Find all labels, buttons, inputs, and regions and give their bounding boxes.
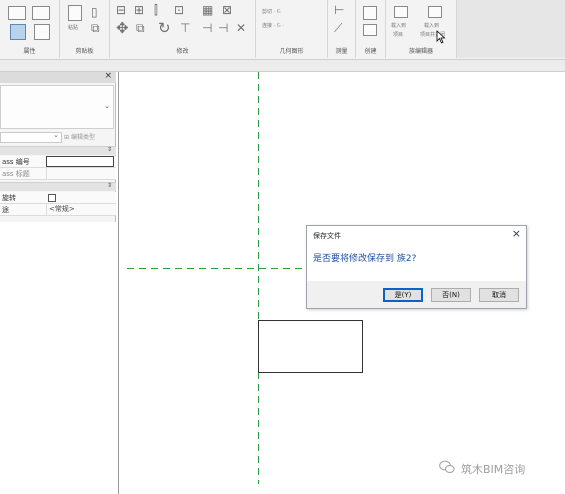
reference-icon[interactable] (363, 24, 377, 36)
property-label: 旋转 (2, 194, 16, 202)
save-file-dialog: 保存文件 × 是否要将修改保存到 族2? 是(Y) 否(N) 取消 (306, 225, 527, 309)
dimension-icon[interactable]: ⟋ (334, 22, 342, 34)
type-properties-icon[interactable] (32, 6, 50, 20)
no-button[interactable]: 否(N) (431, 288, 471, 302)
ribbon-group-label: 修改 (176, 48, 189, 55)
property-value[interactable]: <常规> (46, 204, 114, 215)
create-icon[interactable] (363, 6, 377, 20)
paste-label: 粘贴 (68, 25, 79, 31)
filter-dropdown[interactable]: ⌄ (0, 131, 62, 143)
collapse-icon[interactable]: ⇕ (107, 182, 112, 189)
watermark-text: 筑木BIM咨询 (461, 463, 526, 476)
options-bar (0, 60, 565, 72)
property-row: ass 标题 (0, 168, 116, 180)
ribbon-group-label: 族编辑器 (408, 48, 433, 55)
offset-icon[interactable]: ⊞ (134, 4, 144, 16)
rotate-checkbox[interactable] (48, 194, 56, 202)
edit-type-button[interactable]: ⊞ 编辑类型 (64, 132, 95, 141)
properties-icon[interactable] (8, 6, 26, 20)
load-into-project-icon[interactable] (394, 6, 408, 18)
measure-icon[interactable]: ⊢ (334, 4, 344, 16)
ribbon-group-family-editor: 载入到 项目 载入到 项目并关闭 族编辑器 (386, 0, 457, 58)
property-label: ass 编号 (2, 158, 30, 166)
array-icon[interactable]: ▦ (202, 4, 213, 16)
load-and-close-icon[interactable] (428, 6, 442, 18)
wechat-logo-icon (439, 460, 455, 473)
edit-type-icon: ⊞ (64, 134, 71, 141)
ribbon-group-create: 创建 (356, 0, 386, 58)
type-selector[interactable]: ⌄ (0, 85, 114, 129)
section-header[interactable]: ⇕ (0, 146, 116, 155)
copy-icon[interactable]: ⧉ (91, 22, 100, 34)
property-value-input[interactable] (46, 156, 114, 167)
ribbon: 属性 粘贴 ▯ ⧉ 剪贴板 ⊟ ⊞ ⫿ ⊡ ✥ ⧉ ↻ ⊤ ▦ ⊠ ⊣ ⊣ ✕ … (0, 0, 565, 60)
property-label: 途 (2, 206, 9, 214)
mouse-cursor-icon (436, 30, 446, 44)
dialog-title: 保存文件 (313, 232, 341, 240)
scale-icon[interactable]: ⊠ (222, 4, 232, 16)
ribbon-group-label: 测量 (335, 48, 348, 55)
load-into-project-label-2: 项目 (393, 32, 404, 38)
join-geometry-label[interactable]: 连接 · 𝔾 · (262, 22, 284, 29)
filter-row: ⌄ ⊞ 编辑类型 (0, 131, 116, 144)
collapse-icon[interactable]: ⇕ (107, 146, 112, 153)
trim-icon[interactable]: ⊤ (180, 22, 190, 34)
property-row: 旋转 (0, 192, 116, 204)
move-icon[interactable]: ✥ (116, 21, 129, 36)
load-into-project-label: 载入到 (391, 23, 407, 29)
align-icon[interactable]: ⊟ (116, 4, 126, 16)
cut-geometry-label[interactable]: 剪切 · 𝔾 (262, 8, 281, 15)
cut-icon[interactable]: ▯ (91, 6, 98, 18)
paste-icon[interactable] (68, 5, 82, 21)
yes-button[interactable]: 是(Y) (383, 288, 423, 302)
property-row: ass 编号 (0, 156, 116, 168)
family-types-icon[interactable] (10, 24, 26, 40)
close-icon[interactable]: × (512, 227, 521, 240)
ribbon-group-geometry: 剪切 · 𝔾 连接 · 𝔾 · 几何图形 (256, 0, 328, 58)
edit-type-label: 编辑类型 (70, 134, 95, 141)
ribbon-group-measure: ⊢ ⟋ 测量 (328, 0, 356, 58)
property-row: 途 <常规> (0, 204, 116, 216)
properties-panel: × ⌄ ⌄ ⊞ 编辑类型 ⇕ ass 编号 ass 标题 ⇕ 旋转 途 <常规> (0, 71, 116, 222)
ribbon-group-label: 创建 (364, 48, 377, 55)
pin-icon[interactable]: ⊣ (202, 22, 212, 34)
unpin-icon[interactable]: ⊣ (218, 22, 228, 34)
properties-panel-header: × (0, 71, 116, 83)
cancel-button[interactable]: 取消 (479, 288, 519, 302)
ribbon-group-clipboard: 粘贴 ▯ ⧉ 剪贴板 (60, 0, 110, 58)
ribbon-empty-area (457, 0, 565, 58)
ribbon-group-label: 剪贴板 (75, 48, 94, 55)
ribbon-group-modify: ⊟ ⊞ ⫿ ⊡ ✥ ⧉ ↻ ⊤ ▦ ⊠ ⊣ ⊣ ✕ 修改 (110, 0, 256, 58)
copy-element-icon[interactable]: ⧉ (136, 22, 145, 34)
chevron-down-icon: ⌄ (53, 131, 59, 139)
rotate-icon[interactable]: ↻ (158, 21, 171, 36)
delete-icon[interactable]: ✕ (236, 22, 246, 34)
family-geometry-rectangle[interactable] (258, 320, 363, 373)
mirror-icon[interactable]: ⫿ (154, 4, 158, 16)
ribbon-group-properties: 属性 (0, 0, 60, 58)
split-icon[interactable]: ⊡ (174, 4, 184, 16)
ribbon-group-label: 几何图形 (279, 48, 304, 55)
chevron-down-icon[interactable]: ⌄ (104, 102, 110, 110)
family-category-icon[interactable] (34, 24, 50, 40)
ribbon-group-label: 属性 (23, 48, 36, 55)
property-value[interactable] (46, 168, 114, 179)
dialog-message: 是否要将修改保存到 族2? (313, 254, 417, 264)
section-header[interactable]: ⇕ (0, 182, 116, 191)
load-and-close-label: 载入到 (424, 23, 440, 29)
property-label: ass 标题 (2, 170, 30, 178)
close-icon[interactable]: × (104, 71, 112, 81)
dialog-footer: 是(Y) 否(N) 取消 (307, 281, 526, 308)
